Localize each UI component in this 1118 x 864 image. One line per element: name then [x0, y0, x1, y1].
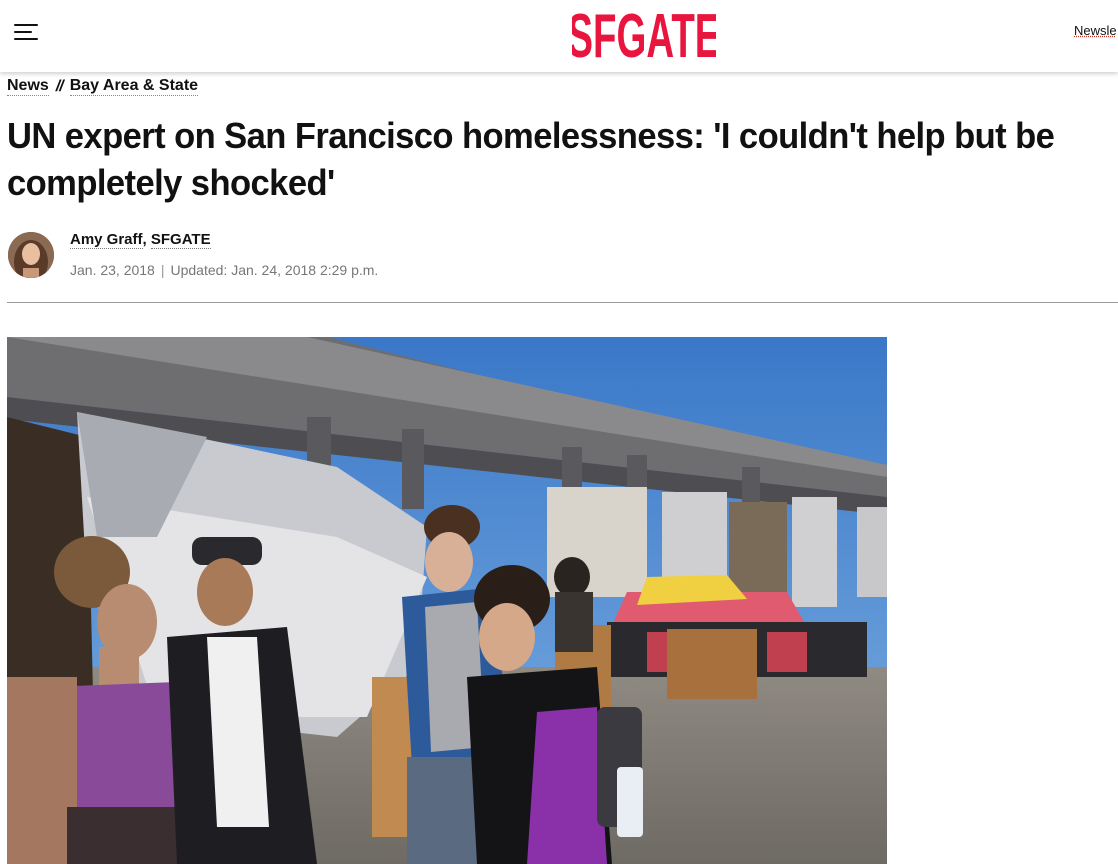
dateline: Jan. 23, 2018 | Updated: Jan. 24, 2018 2:2… — [70, 262, 378, 278]
author-comma: , — [142, 231, 147, 248]
date-separator: | — [160, 262, 165, 278]
publish-date: Jan. 23, 2018 — [70, 262, 155, 278]
logo-text: SFGATE — [572, 2, 716, 64]
site-header: SFGATE Newsle — [0, 0, 1118, 72]
breadcrumb-separator: // — [55, 77, 64, 95]
sfgate-logo[interactable]: SFGATE — [572, 2, 716, 64]
breadcrumb-bay-area-state[interactable]: Bay Area & State — [69, 77, 199, 96]
updated-date: Updated: Jan. 24, 2018 2:29 p.m. — [170, 262, 379, 278]
breadcrumb-news[interactable]: News — [7, 77, 49, 96]
newsletter-link[interactable]: Newsle — [1074, 23, 1117, 38]
article-headline: UN expert on San Francisco homelessness:… — [7, 115, 1055, 203]
breadcrumb: News // Bay Area & State — [7, 77, 199, 96]
author-line: Amy Graff, SFGATE — [70, 231, 211, 249]
author-avatar[interactable] — [8, 232, 54, 278]
byline-divider — [7, 302, 1118, 303]
hamburger-menu-icon[interactable] — [14, 22, 40, 42]
author-name-link[interactable]: Amy Graff — [70, 231, 143, 249]
publication-link[interactable]: SFGATE — [150, 231, 211, 249]
lead-photo[interactable] — [7, 337, 887, 864]
